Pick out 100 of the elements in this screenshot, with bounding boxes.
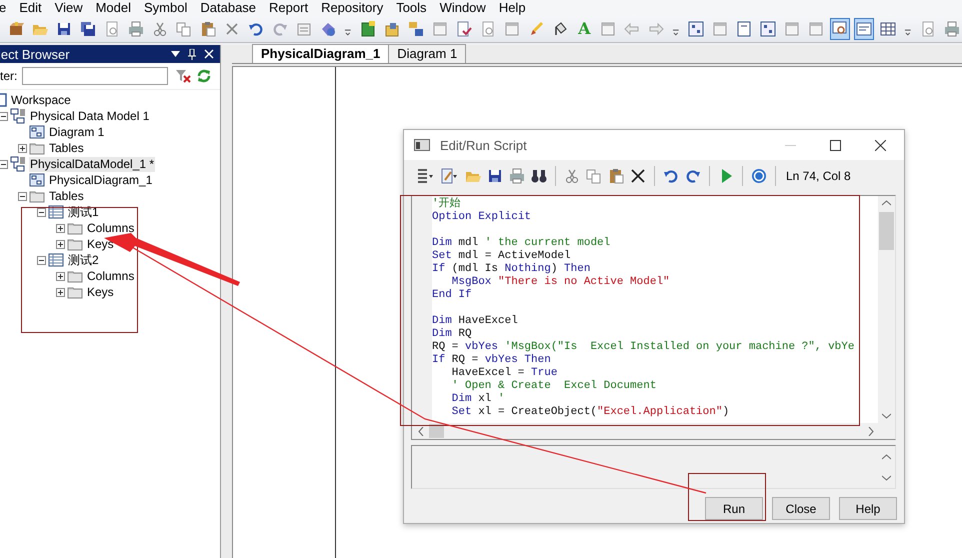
save-icon[interactable] <box>487 168 503 184</box>
binoculars-icon[interactable] <box>531 168 547 184</box>
document-icon <box>360 20 376 36</box>
toolbar-overflow-icon[interactable] <box>904 28 912 37</box>
toolbar-overflow-icon[interactable] <box>672 28 680 37</box>
tree-item[interactable]: Tables <box>48 188 85 204</box>
expand-icon[interactable] <box>56 272 65 280</box>
undo-icon[interactable] <box>663 168 679 184</box>
code-line: End If <box>432 289 473 302</box>
tree-item[interactable]: 测试2 <box>67 252 100 268</box>
toolbar-overflow-icon[interactable] <box>344 28 352 37</box>
scroll-up-icon[interactable] <box>882 200 891 206</box>
pin-icon[interactable] <box>188 48 196 60</box>
refresh-icon[interactable] <box>196 68 212 84</box>
dialog-button[interactable]: Close <box>772 497 830 520</box>
maximize-icon[interactable] <box>830 140 841 150</box>
scroll-left-icon[interactable] <box>418 426 424 436</box>
collapse-icon[interactable] <box>0 160 8 168</box>
tree-item[interactable]: Tables <box>48 140 85 156</box>
table-icon <box>48 204 64 220</box>
diagram-icon <box>688 20 704 36</box>
expand-icon[interactable] <box>56 288 65 296</box>
funnel-clear-icon[interactable] <box>175 68 192 84</box>
expand-icon[interactable] <box>56 224 65 232</box>
window-icon <box>414 139 430 151</box>
code-line: RQ = vbYes 'MsgBox("Is Excel Installed on your machine ?", vbYe <box>432 341 856 354</box>
tree-item[interactable]: Physical Data Model 1 <box>29 108 150 124</box>
diagram-tab[interactable]: PhysicalDiagram_1 <box>252 44 390 63</box>
tree-item[interactable]: Keys <box>86 284 115 300</box>
horizontal-scrollbar[interactable] <box>412 423 895 439</box>
menu-item[interactable]: Database <box>194 0 264 15</box>
menu-item[interactable]: Report <box>263 0 316 15</box>
scroll-thumb[interactable] <box>879 212 894 250</box>
dialog-button[interactable]: Help <box>839 497 897 520</box>
tree-item[interactable]: Workspace <box>10 92 72 108</box>
output-window-button[interactable] <box>854 18 874 40</box>
printer-icon[interactable] <box>509 168 525 184</box>
output-box[interactable] <box>411 445 896 489</box>
window-icon <box>504 20 520 36</box>
tree-item[interactable]: Keys <box>86 236 115 252</box>
delete-icon[interactable] <box>630 168 646 184</box>
print-preview-icon <box>104 20 120 36</box>
collapse-icon[interactable] <box>37 208 46 216</box>
table-icon <box>48 252 64 268</box>
menu-item[interactable]: Window <box>434 0 493 15</box>
tree-item[interactable]: PhysicalDiagram_1 <box>48 172 154 188</box>
tree-item[interactable]: Columns <box>86 268 136 284</box>
collapse-icon[interactable] <box>37 256 46 264</box>
code-line: Set mdl = ActiveModel <box>432 250 572 263</box>
clipboard-icon <box>200 20 216 36</box>
code-line: Dim xl ' <box>450 393 506 406</box>
close-icon[interactable] <box>875 140 886 150</box>
vertical-scrollbar[interactable] <box>878 196 895 423</box>
scissors-icon[interactable] <box>564 168 580 184</box>
tree-item[interactable]: PhysicalDataModel_1 * <box>29 156 156 172</box>
menu-item[interactable]: Help <box>492 0 533 15</box>
pencil-icon <box>528 20 544 36</box>
diagram-tab[interactable]: Diagram 1 <box>388 44 466 63</box>
menu-item[interactable]: Symbol <box>138 0 194 15</box>
printer-icon <box>944 20 960 36</box>
menu-item[interactable]: Edit <box>13 0 49 15</box>
delete-icon <box>224 20 240 36</box>
expand-icon[interactable] <box>56 240 65 248</box>
tree-item[interactable]: Diagram 1 <box>48 124 106 140</box>
copy-icon[interactable] <box>586 168 602 184</box>
find-button[interactable] <box>830 18 850 40</box>
tree-item[interactable]: Columns <box>86 220 136 236</box>
dialog-button[interactable]: Run <box>705 497 763 520</box>
diagram-icon <box>29 172 45 188</box>
scroll-right-icon[interactable] <box>868 426 874 436</box>
hierarchy-icon <box>408 20 424 36</box>
scroll-thumb[interactable] <box>429 424 444 438</box>
scroll-up-icon[interactable] <box>882 454 891 460</box>
save-all-icon <box>80 20 96 36</box>
model-icon <box>10 108 26 124</box>
diagram-icon <box>29 124 45 140</box>
expand-icon[interactable] <box>18 144 27 152</box>
list-dropdown-icon[interactable] <box>417 168 435 184</box>
code-line: Set xl = CreateObject("Excel.Application") <box>450 406 730 419</box>
dropdown-icon[interactable] <box>171 51 180 57</box>
menu-item[interactable]: View <box>48 0 90 15</box>
collapse-icon[interactable] <box>0 112 8 120</box>
menu-item[interactable]: Repository <box>315 0 390 15</box>
undo-icon <box>248 20 264 36</box>
filter-field[interactable] <box>22 67 168 85</box>
menu-item[interactable]: Model <box>90 0 138 15</box>
redo-icon[interactable] <box>685 168 701 184</box>
help-icon[interactable] <box>751 168 767 184</box>
panel-title: ject Browser <box>0 46 71 62</box>
diagram-icon <box>760 20 776 36</box>
code-line: '开始 <box>432 198 462 211</box>
window-icon <box>784 20 800 36</box>
edit-dropdown-icon[interactable] <box>441 168 459 184</box>
collapse-icon[interactable] <box>18 192 27 200</box>
scroll-down-icon[interactable] <box>882 413 891 419</box>
menu-item[interactable]: Tools <box>390 0 434 15</box>
scroll-down-icon[interactable] <box>882 474 891 480</box>
code-line: Dim mdl ' the current model <box>432 237 612 250</box>
clipboard-icon[interactable] <box>608 168 624 184</box>
save-icon <box>56 20 72 36</box>
